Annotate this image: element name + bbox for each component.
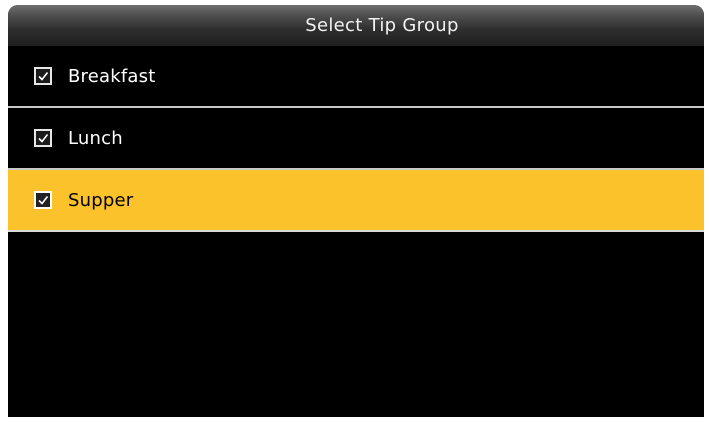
list-item-label: Breakfast xyxy=(68,65,156,87)
checkbox[interactable] xyxy=(34,67,52,85)
tip-group-list: Breakfast Lunch Supper xyxy=(8,46,704,232)
list-item-lunch[interactable]: Lunch xyxy=(8,108,704,170)
check-icon xyxy=(38,134,49,143)
list-item-label: Supper xyxy=(68,189,134,211)
list-item-breakfast[interactable]: Breakfast xyxy=(8,46,704,108)
page-title: Select Tip Group xyxy=(305,15,459,36)
list-item-label: Lunch xyxy=(68,127,123,149)
checkbox[interactable] xyxy=(34,129,52,147)
device-screen: Select Tip Group Breakfast Lunch Supper xyxy=(8,5,704,417)
title-bar: Select Tip Group xyxy=(8,5,704,46)
checkbox[interactable] xyxy=(34,191,52,209)
check-icon xyxy=(38,72,49,81)
check-icon xyxy=(38,196,49,205)
list-item-supper[interactable]: Supper xyxy=(8,170,704,232)
